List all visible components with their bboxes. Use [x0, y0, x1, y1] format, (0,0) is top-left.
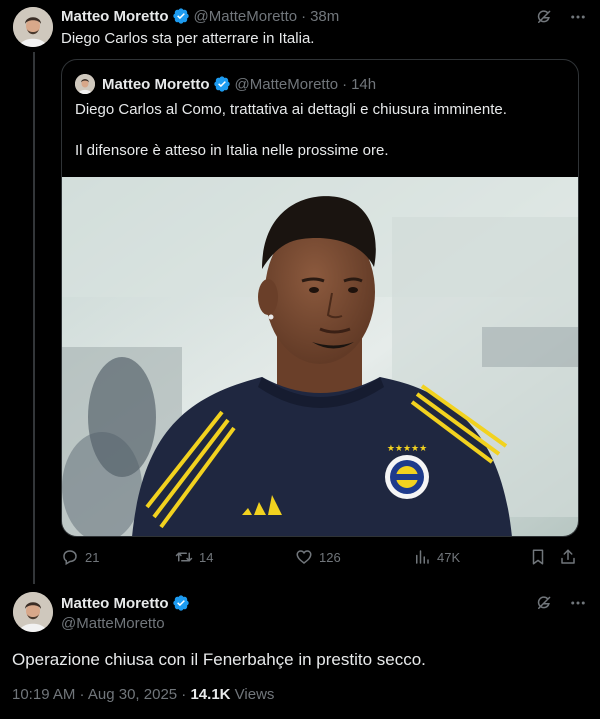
tweet-timestamp[interactable]: 10:19 AM · Aug 30, 2025 · — [12, 686, 190, 703]
views-label: Views — [230, 686, 275, 703]
grok-icon[interactable] — [534, 7, 554, 27]
like-button[interactable]: 126 — [295, 548, 341, 566]
quoted-author-handle: @MatteMoretto — [234, 75, 339, 93]
repost-button[interactable]: 14 — [175, 548, 213, 566]
thread-line — [33, 52, 35, 584]
verified-badge-icon — [172, 595, 189, 611]
quoted-tweet[interactable]: Matteo Moretto @MatteMoretto · 14h Diego… — [61, 59, 579, 537]
more-options-icon[interactable] — [568, 7, 588, 27]
separator: · — [342, 75, 348, 93]
share-icon — [561, 549, 575, 564]
views-count: 14.1K — [190, 686, 231, 703]
author-name[interactable]: Matteo Moretto — [61, 8, 169, 25]
author-handle[interactable]: @MatteMoretto — [61, 615, 165, 632]
reply-button[interactable]: 21 — [61, 548, 99, 566]
tweet-text: Diego Carlos sta per atterrare in Italia… — [61, 30, 315, 47]
analytics-icon — [416, 550, 429, 564]
quoted-author-name: Matteo Moretto — [102, 75, 210, 93]
quoted-avatar — [75, 74, 95, 94]
verified-badge-icon — [172, 8, 189, 24]
tweet-time[interactable]: 38m — [310, 8, 339, 25]
heart-icon — [296, 550, 312, 564]
author-name[interactable]: Matteo Moretto — [61, 595, 169, 612]
view-count: 47K — [437, 549, 461, 565]
quoted-text-line1: Diego Carlos al Como, trattativa ai dett… — [75, 101, 507, 118]
reply-count: 21 — [85, 549, 100, 565]
reply-icon — [63, 550, 77, 566]
quoted-media-photo[interactable]: ★★★★★ — [62, 177, 578, 536]
repost-icon — [175, 552, 193, 562]
avatar[interactable] — [13, 7, 53, 47]
svg-text:★★★★★: ★★★★★ — [387, 444, 427, 454]
author-handle[interactable]: @MatteMoretto — [194, 8, 298, 25]
bookmark-button[interactable] — [529, 548, 547, 566]
views-button[interactable]: 47K — [413, 548, 460, 566]
avatar[interactable] — [13, 592, 53, 632]
bookmark-icon — [532, 549, 544, 565]
like-count: 126 — [319, 549, 341, 565]
separator: · — [301, 7, 307, 25]
verified-badge-icon — [213, 76, 230, 92]
quoted-tweet-time: 14h — [351, 75, 377, 93]
share-button[interactable] — [559, 548, 577, 566]
tweet-action-bar: 21 14 126 47K — [61, 548, 579, 570]
quoted-text-line2: Il difensore è atteso in Italia nelle pr… — [75, 142, 389, 159]
tweet-text: Operazione chiusa con il Fenerbahçe in p… — [12, 650, 426, 669]
tweet-meta: 10:19 AM · Aug 30, 2025 · 14.1K Views — [12, 686, 274, 703]
more-options-icon[interactable] — [568, 593, 588, 613]
repost-count: 14 — [199, 549, 214, 565]
grok-icon[interactable] — [534, 593, 554, 613]
